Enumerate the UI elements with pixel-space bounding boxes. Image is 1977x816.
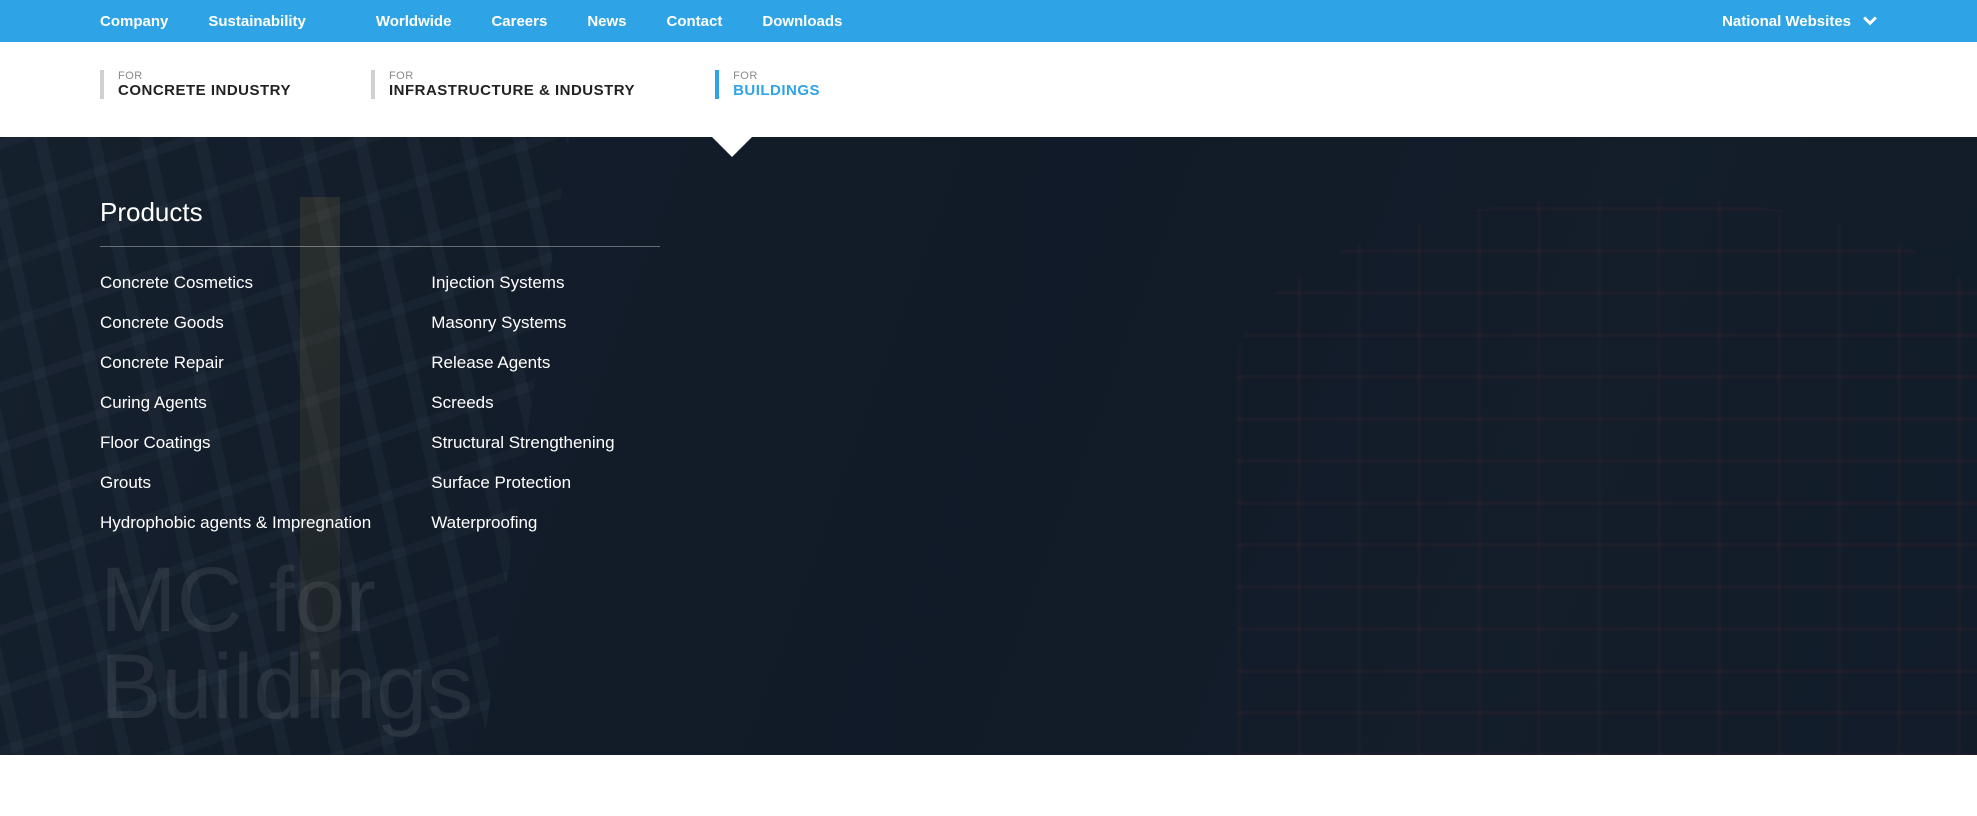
product-link-grouts[interactable]: Grouts (100, 473, 371, 493)
topnav-item-contact[interactable]: Contact (667, 13, 723, 30)
category-for-label: FOR (733, 70, 820, 82)
hero-bg-title-line2: Buildings (100, 644, 473, 731)
topnav-item-sustainability[interactable]: Sustainability (208, 13, 306, 30)
category-nav: FOR CONCRETE INDUSTRY FOR INFRASTRUCTURE… (0, 42, 1977, 137)
topnav-item-worldwide[interactable]: Worldwide (376, 13, 452, 30)
product-link-surface-protection[interactable]: Surface Protection (431, 473, 614, 493)
product-link-concrete-goods[interactable]: Concrete Goods (100, 313, 371, 333)
active-tab-pointer-icon (710, 135, 754, 157)
product-link-floor-coatings[interactable]: Floor Coatings (100, 433, 371, 453)
product-link-waterproofing[interactable]: Waterproofing (431, 513, 614, 533)
topnav-item-company[interactable]: Company (100, 13, 168, 30)
products-column-2: Injection Systems Masonry Systems Releas… (431, 273, 614, 533)
top-navbar: Company Sustainability Worldwide Careers… (0, 0, 1977, 42)
category-for-label: FOR (389, 70, 635, 82)
products-columns: Concrete Cosmetics Concrete Goods Concre… (100, 273, 660, 533)
category-title: BUILDINGS (733, 82, 820, 99)
national-websites-label: National Websites (1722, 13, 1851, 30)
topnav-item-news[interactable]: News (587, 13, 626, 30)
topnav-left: Company Sustainability Worldwide Careers… (100, 13, 842, 30)
product-link-concrete-cosmetics[interactable]: Concrete Cosmetics (100, 273, 371, 293)
product-link-concrete-repair[interactable]: Concrete Repair (100, 353, 371, 373)
product-link-release-agents[interactable]: Release Agents (431, 353, 614, 373)
product-link-curing-agents[interactable]: Curing Agents (100, 393, 371, 413)
product-link-structural-strengthening[interactable]: Structural Strengthening (431, 433, 614, 453)
hero-bg-title: MC for Buildings (100, 557, 473, 732)
hero-bg-title-line1: MC for (100, 557, 473, 644)
products-heading: Products (100, 197, 660, 247)
category-tab-infrastructure-industry[interactable]: FOR INFRASTRUCTURE & INDUSTRY (371, 70, 635, 99)
national-websites-dropdown[interactable]: National Websites (1722, 13, 1877, 30)
category-tab-concrete-industry[interactable]: FOR CONCRETE INDUSTRY (100, 70, 291, 99)
product-link-masonry-systems[interactable]: Masonry Systems (431, 313, 614, 333)
bg-decoration-right (1237, 197, 1977, 755)
chevron-down-icon (1863, 14, 1877, 28)
hero-section: MC for Buildings Products Concrete Cosme… (0, 137, 1977, 755)
products-panel: Products Concrete Cosmetics Concrete Goo… (0, 137, 760, 533)
topnav-item-downloads[interactable]: Downloads (762, 13, 842, 30)
category-tab-buildings[interactable]: FOR BUILDINGS (715, 70, 820, 99)
category-title: INFRASTRUCTURE & INDUSTRY (389, 82, 635, 99)
product-link-screeds[interactable]: Screeds (431, 393, 614, 413)
category-for-label: FOR (118, 70, 291, 82)
product-link-hydrophobic-agents[interactable]: Hydrophobic agents & Impregnation (100, 513, 371, 533)
products-column-1: Concrete Cosmetics Concrete Goods Concre… (100, 273, 371, 533)
category-title: CONCRETE INDUSTRY (118, 82, 291, 99)
topnav-item-careers[interactable]: Careers (491, 13, 547, 30)
product-link-injection-systems[interactable]: Injection Systems (431, 273, 614, 293)
